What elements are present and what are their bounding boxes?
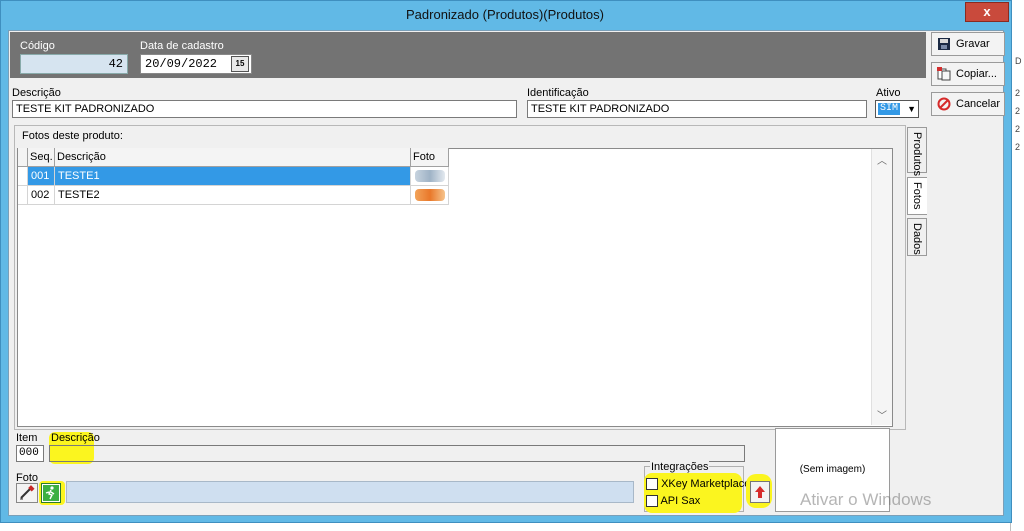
edit-photo-button[interactable] [16, 483, 38, 503]
bottom-descricao-label: Descrição [51, 432, 100, 444]
date-label: Data de cadastro [140, 40, 224, 52]
table-row[interactable]: 001 TESTE1 [18, 167, 449, 186]
arrow-up-icon [755, 486, 765, 498]
run-icon [43, 485, 59, 501]
table-row[interactable]: 002 TESTE2 [18, 186, 449, 205]
photo-thumbnail [415, 170, 445, 182]
tab-dados[interactable]: Dados [907, 218, 927, 256]
close-button[interactable]: x [965, 2, 1009, 22]
row-descricao: TESTE1 [55, 167, 411, 186]
calendar-icon[interactable]: 15 [231, 56, 249, 72]
tab-fotos[interactable]: Fotos [907, 177, 927, 215]
ativo-value: SIM [878, 103, 901, 115]
identificacao-field[interactable]: TESTE KIT PADRONIZADO [527, 100, 867, 118]
integracoes-label: Integrações [650, 461, 710, 473]
xkey-checkbox[interactable]: XKey Marketplace [646, 478, 750, 491]
photo-thumbnail [415, 189, 445, 201]
scroll-down-icon[interactable]: ﹀ [877, 407, 887, 422]
code-label: Código [20, 40, 55, 52]
row-foto [411, 186, 449, 205]
photos-section-label: Fotos deste produto: [22, 130, 123, 142]
windows-watermark: Ativar o Windows [800, 490, 932, 509]
row-seq: 002 [28, 186, 55, 205]
copiar-button[interactable]: Copiar... [931, 62, 1005, 86]
descricao-field[interactable]: TESTE KIT PADRONIZADO [12, 100, 517, 118]
copy-icon [936, 67, 951, 82]
row-seq: 001 [28, 167, 55, 186]
grid-indicator-header [18, 148, 28, 167]
column-header-descricao[interactable]: Descrição [55, 148, 411, 167]
tab-produtos[interactable]: Produtos [907, 127, 927, 176]
column-header-seq[interactable]: Seq. [28, 148, 55, 167]
bottom-descricao-field[interactable] [49, 445, 745, 462]
save-icon [936, 37, 951, 52]
window-title: Padronizado (Produtos)(Produtos) [406, 7, 604, 22]
gravar-label: Gravar [956, 38, 990, 50]
background-window: D 2 2 2 2 [1010, 0, 1024, 531]
ativo-label: Ativo [876, 87, 901, 99]
photo-path-field[interactable] [66, 481, 634, 503]
column-header-foto[interactable]: Foto [411, 148, 449, 167]
gravar-button[interactable]: Gravar [931, 32, 1005, 56]
upload-button[interactable] [750, 481, 770, 503]
code-field[interactable]: 42 [20, 54, 128, 74]
item-field[interactable]: 000 [16, 445, 44, 462]
grid-scrollbar[interactable]: ︿ ﹀ [871, 149, 892, 425]
eraser-icon [20, 485, 35, 500]
chevron-down-icon: ▼ [907, 104, 916, 114]
copiar-label: Copiar... [956, 68, 997, 80]
row-descricao: TESTE2 [55, 186, 411, 205]
scroll-up-icon[interactable]: ︿ [877, 152, 887, 167]
sem-imagem-text: (Sem imagem) [799, 464, 866, 475]
cancelar-button[interactable]: Cancelar [931, 92, 1005, 116]
identificacao-label: Identificação [527, 87, 589, 99]
apisax-checkbox[interactable]: API Sax [646, 495, 700, 508]
row-foto [411, 167, 449, 186]
cancel-icon [936, 97, 951, 112]
descricao-label: Descrição [12, 87, 61, 99]
item-label: Item [16, 432, 38, 444]
open-photo-button[interactable] [41, 483, 61, 503]
cancelar-label: Cancelar [956, 98, 1001, 110]
ativo-select[interactable]: SIM ▼ [875, 100, 919, 118]
